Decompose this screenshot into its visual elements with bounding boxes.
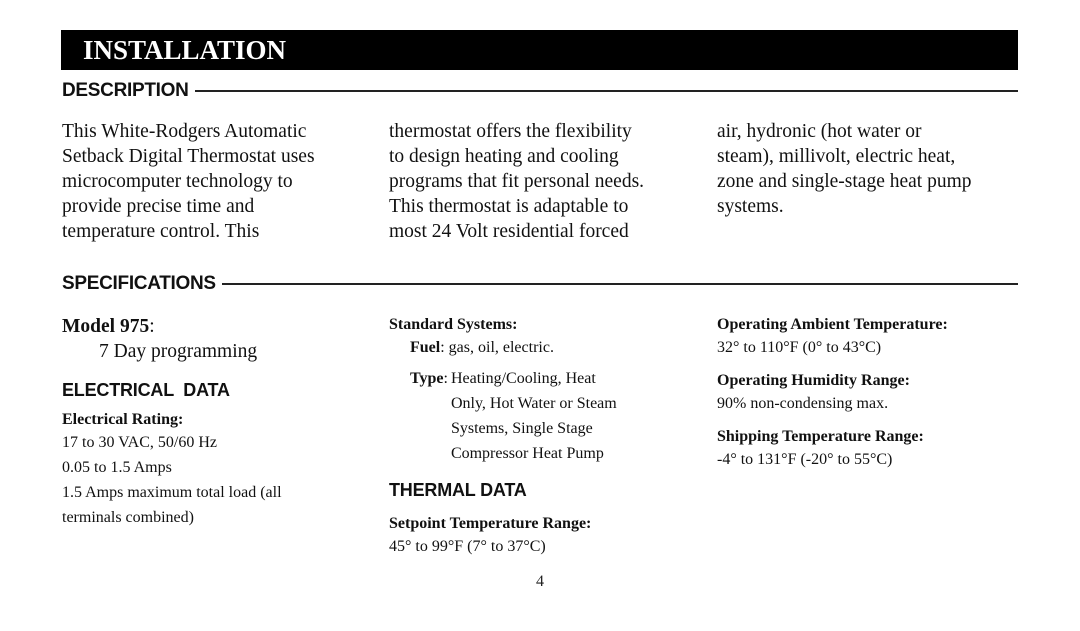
model-label: Model 975 (62, 316, 150, 337)
specifications-heading-label: SPECIFICATIONS (62, 273, 216, 294)
description-column-3: air, hydronic (hot water or steam), mill… (717, 119, 972, 219)
text-line: microcomputer technology to (62, 171, 293, 192)
text-line: Setback Digital Thermostat uses (62, 146, 315, 167)
text-line: most 24 Volt residential forced (389, 221, 629, 242)
electrical-rating-block: Electrical Rating: 17 to 30 VAC, 50/60 H… (62, 410, 282, 530)
setpoint-label: Setpoint Temperature Range: (389, 515, 592, 532)
electrical-data-heading: ELECTRICAL DATA (62, 380, 230, 400)
text-line: to design heating and cooling (389, 146, 619, 167)
description-heading-label: DESCRIPTION (62, 80, 189, 101)
electrical-line: 0.05 to 1.5 Amps (62, 459, 172, 476)
fuel-line: Fuel: gas, oil, electric. (389, 335, 617, 361)
specifications-rule (221, 283, 1018, 285)
page-title: INSTALLATION (83, 35, 287, 65)
thermal-data-heading: THERMAL DATA (389, 480, 527, 500)
electrical-rating-label: Electrical Rating: (62, 411, 184, 428)
operating-humidity-value: 90% non-condensing max. (717, 395, 889, 412)
description-heading: DESCRIPTION (62, 79, 1018, 103)
description-rule (194, 90, 1018, 92)
electrical-line: terminals combined) (62, 509, 194, 526)
type-line: Systems, Single Stage (450, 420, 593, 437)
text-line: thermostat offers the flexibility (389, 121, 632, 142)
fuel-value: : gas, oil, electric. (440, 339, 554, 356)
type-line: Only, Hot Water or Steam (450, 395, 617, 412)
standard-systems-label: Standard Systems: (389, 316, 518, 333)
model-value: 7 Day programming (99, 341, 258, 362)
text-line: zone and single-stage heat pump (717, 171, 972, 192)
page-number: 4 (536, 573, 544, 590)
specifications-heading: SPECIFICATIONS (62, 272, 1018, 296)
operating-ambient-label: Operating Ambient Temperature: (717, 316, 948, 333)
type-line: Compressor Heat Pump (450, 445, 604, 462)
text-line: programs that fit personal needs. (389, 171, 645, 192)
setpoint-value: 45° to 99°F (7° to 37°C) (389, 538, 546, 555)
fuel-label: Fuel (410, 339, 441, 356)
type-label: Type (410, 370, 444, 387)
shipping-temperature-value: -4° to 131°F (-20° to 55°C) (717, 451, 893, 468)
text-line: temperature control. This (62, 221, 260, 242)
section-title-bar: INSTALLATION (61, 30, 1018, 70)
text-line: This thermostat is adaptable to (389, 196, 629, 217)
text-line: steam), millivolt, electric heat, (717, 146, 956, 167)
shipping-temperature-label: Shipping Temperature Range: (717, 428, 924, 445)
model-colon: : (149, 316, 155, 337)
shipping-temperature-block: Shipping Temperature Range: -4° to 131°F… (717, 427, 924, 472)
type-line: Heating/Cooling, Heat (450, 370, 596, 387)
operating-ambient-value: 32° to 110°F (0° to 43°C) (717, 339, 882, 356)
description-column-1: This White-Rodgers Automatic Setback Dig… (62, 119, 315, 244)
model-block: Model 975: 7 Day programming (62, 314, 257, 364)
type-values: Heating/Cooling, Heat Only, Hot Water or… (448, 366, 617, 466)
operating-ambient-block: Operating Ambient Temperature: 32° to 11… (717, 315, 948, 360)
text-line: This White-Rodgers Automatic (62, 121, 307, 142)
type-label-wrap: Type: (410, 366, 448, 466)
setpoint-block: Setpoint Temperature Range: 45° to 99°F … (389, 514, 591, 559)
text-line: air, hydronic (hot water or (717, 121, 922, 142)
operating-humidity-label: Operating Humidity Range: (717, 372, 910, 389)
text-line: provide precise time and (62, 196, 255, 217)
electrical-line: 1.5 Amps maximum total load (all (62, 484, 282, 501)
operating-humidity-block: Operating Humidity Range: 90% non-conden… (717, 371, 910, 416)
electrical-line: 17 to 30 VAC, 50/60 Hz (62, 434, 217, 451)
text-line: systems. (717, 196, 784, 217)
model-label-line: Model 975: (62, 314, 257, 339)
standard-systems-block: Standard Systems: Fuel: gas, oil, electr… (389, 315, 617, 466)
type-row: Type: Heating/Cooling, Heat Only, Hot Wa… (389, 366, 617, 466)
description-column-2: thermostat offers the flexibility to des… (389, 119, 644, 244)
